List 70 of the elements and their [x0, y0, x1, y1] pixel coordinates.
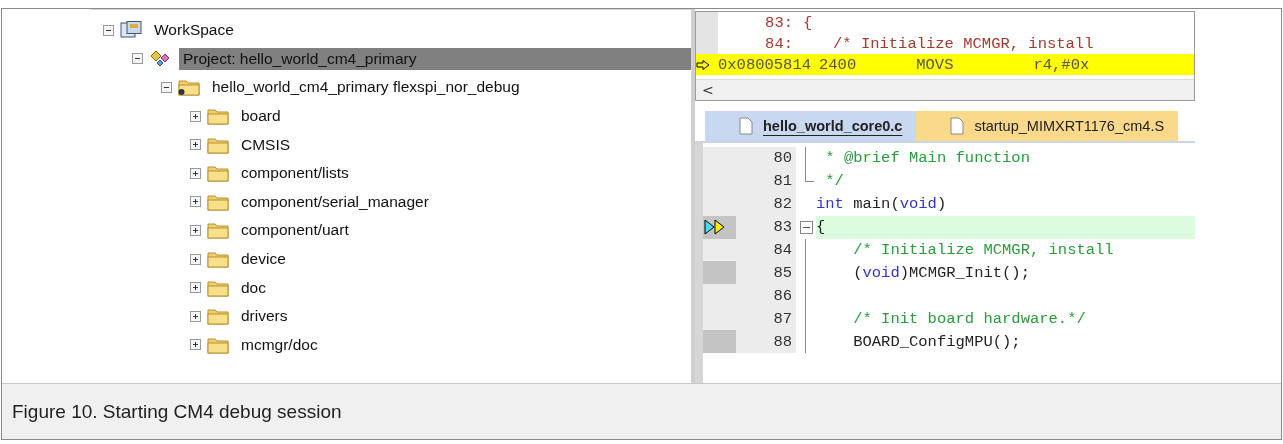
folder-icon	[207, 307, 229, 326]
code-line: {	[816, 218, 826, 237]
tree-item[interactable]: WorkSpace	[150, 19, 238, 42]
workspace-icon	[120, 21, 142, 40]
folder-icon	[207, 107, 229, 126]
folder-icon	[207, 335, 229, 354]
tree-item[interactable]: component/lists	[237, 162, 353, 185]
expander-icon[interactable]	[190, 253, 201, 265]
code-line: /* Initialize MCMGR, install	[852, 241, 1114, 259]
disassembly-gutter	[696, 12, 718, 33]
instruction-mnemonic: MOVS	[916, 55, 954, 74]
tree-item[interactable]: board	[237, 105, 285, 128]
disassembly-gutter	[696, 33, 718, 54]
tree-item[interactable]: doc	[237, 276, 270, 299]
folder-icon	[207, 278, 229, 297]
folder-icon	[207, 221, 229, 240]
tree-item[interactable]: component/serial_manager	[237, 190, 433, 213]
file-tab[interactable]: hello_world_core0.c	[705, 111, 917, 141]
line-number: 83	[736, 215, 796, 239]
source-line-number: 84:	[764, 34, 793, 53]
tree-item[interactable]: Project: hello_world_cm4_primary	[179, 47, 691, 70]
source-line-number: 83:	[764, 13, 793, 32]
tree-item[interactable]: CMSIS	[237, 133, 295, 156]
instruction-address: 0x08005814	[718, 55, 811, 74]
folder-icon	[207, 250, 229, 269]
instruction-operands: r4,#0x	[1033, 55, 1090, 74]
expander-icon[interactable]	[190, 224, 201, 236]
line-number: 82	[736, 192, 796, 216]
expander-icon[interactable]	[190, 110, 201, 122]
code-line: (void)MCMGR_Init();	[852, 263, 1030, 282]
line-number: 87	[736, 307, 796, 331]
code-line: */	[824, 172, 844, 191]
folder-icon	[178, 78, 200, 97]
tree-item[interactable]: mcmgr/doc	[237, 333, 322, 356]
code-line: * @brief Main function	[824, 149, 1030, 168]
tree-item[interactable]: hello_world_cm4_primary flexspi_nor_debug	[208, 76, 524, 99]
source-line: /* Initialize MCMGR, install	[833, 34, 1094, 53]
line-number: 80	[736, 147, 796, 170]
code-line: /* Init board hardware.*/	[852, 309, 1086, 328]
document-icon	[950, 117, 965, 135]
project-icon	[149, 49, 171, 68]
line-number: 88	[736, 330, 796, 353]
scroll-left-button[interactable]: <	[696, 80, 720, 100]
expander-icon[interactable]	[190, 139, 201, 151]
instruction-opcode: 2400	[819, 55, 857, 74]
expander-icon[interactable]	[103, 24, 114, 36]
expander-icon[interactable]	[190, 339, 201, 351]
folder-icon	[207, 135, 229, 154]
expander-icon[interactable]	[190, 282, 201, 294]
code-line: BOARD_ConfigMPU();	[852, 332, 1021, 351]
line-number: 81	[736, 169, 796, 193]
expander-icon[interactable]	[161, 82, 172, 93]
folder-icon	[207, 192, 229, 211]
tree-item[interactable]: component/uart	[237, 219, 353, 242]
code-line: int main(void)	[816, 195, 947, 214]
expander-icon[interactable]	[190, 196, 201, 208]
line-number: 84	[736, 238, 796, 262]
expander-icon[interactable]	[190, 310, 201, 322]
fold-icon[interactable]	[800, 220, 813, 234]
tree-item[interactable]: device	[237, 248, 290, 271]
line-number: 85	[736, 261, 796, 285]
tree-item[interactable]: drivers	[237, 305, 292, 328]
file-tab[interactable]: startup_MIMXRT1176_cm4.S	[916, 111, 1179, 141]
line-number: 86	[736, 284, 796, 308]
expander-icon[interactable]	[132, 53, 143, 65]
source-line: {	[803, 13, 813, 32]
figure-caption: Figure 10. Starting CM4 debug session	[2, 383, 1281, 439]
expander-icon[interactable]	[190, 167, 201, 179]
folder-icon	[207, 164, 229, 183]
document-icon	[739, 117, 753, 135]
